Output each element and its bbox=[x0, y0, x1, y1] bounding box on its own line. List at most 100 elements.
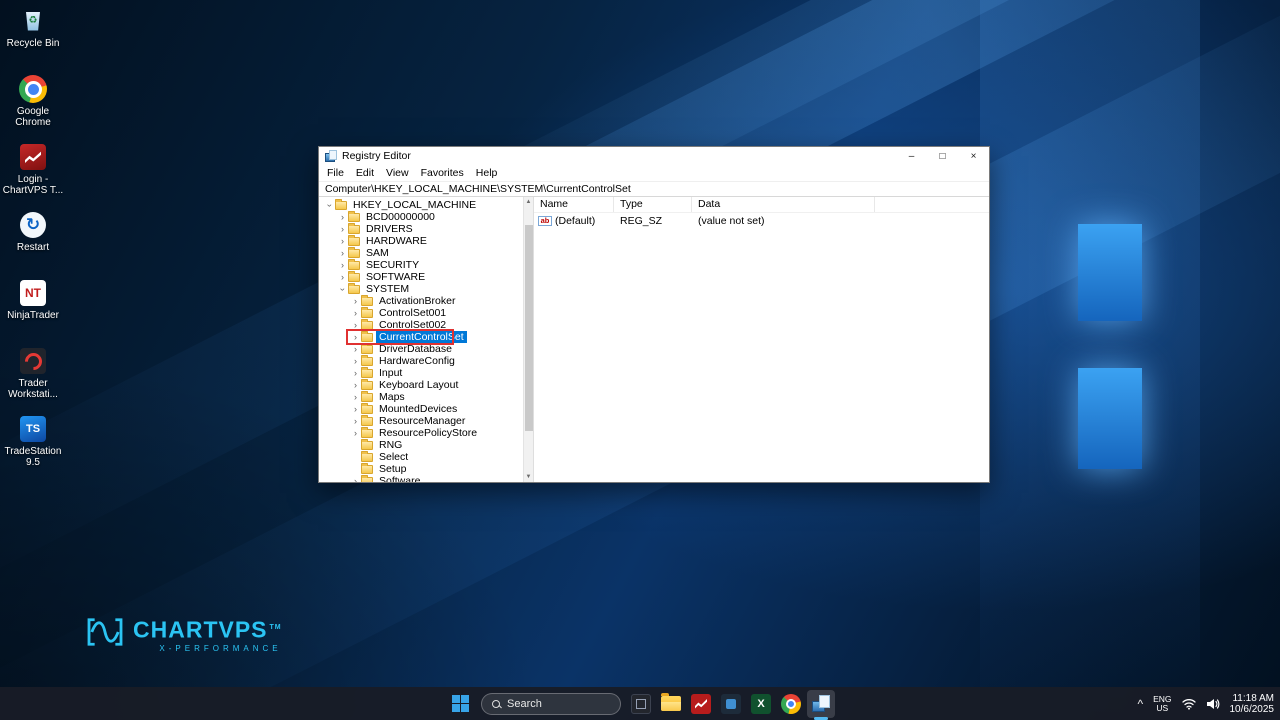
tree-item-label: DriverDatabase bbox=[379, 343, 452, 355]
tree-item-controlset001[interactable]: › ControlSet001 bbox=[319, 306, 523, 319]
folder-icon bbox=[361, 306, 373, 318]
tree-item-select[interactable]: Select bbox=[319, 450, 523, 463]
folder-icon bbox=[348, 282, 360, 294]
scrollbar-thumb[interactable] bbox=[525, 225, 533, 431]
taskbar-app-file-explorer[interactable] bbox=[657, 690, 685, 718]
tree-scrollbar[interactable]: ▲ ▼ bbox=[523, 197, 533, 482]
tree-item-activationbroker[interactable]: › ActivationBroker bbox=[319, 294, 523, 307]
desktop-icon-login-chartvps[interactable]: Login - ChartVPS T... bbox=[2, 142, 64, 205]
column-header-name[interactable]: Name bbox=[534, 197, 614, 212]
tree-item-driverdatabase[interactable]: › DriverDatabase bbox=[319, 342, 523, 355]
list-header: Name Type Data bbox=[534, 197, 989, 213]
chevron-right-icon[interactable]: › bbox=[351, 476, 360, 482]
tree-item-security[interactable]: › SECURITY bbox=[319, 258, 523, 271]
chevron-right-icon[interactable]: › bbox=[338, 224, 347, 234]
chevron-right-icon[interactable]: › bbox=[351, 416, 360, 426]
chevron-right-icon[interactable]: › bbox=[351, 332, 360, 342]
tray-overflow-chevron-icon[interactable]: ^ bbox=[1137, 698, 1143, 710]
title-bar[interactable]: Registry Editor – □ × bbox=[319, 147, 989, 165]
tree-item-system[interactable]: › SYSTEM bbox=[319, 282, 523, 295]
chevron-right-icon[interactable]: › bbox=[351, 344, 360, 354]
folder-icon bbox=[348, 210, 360, 222]
scroll-down-arrow[interactable]: ▼ bbox=[524, 474, 533, 480]
chevron-right-icon[interactable]: › bbox=[351, 404, 360, 414]
taskbar-app-app-excel[interactable] bbox=[747, 690, 775, 718]
start-button[interactable] bbox=[445, 690, 475, 717]
taskbar-app-app-red[interactable] bbox=[687, 690, 715, 718]
maximize-button[interactable]: □ bbox=[927, 147, 958, 165]
chevron-right-icon[interactable]: › bbox=[351, 380, 360, 390]
tree-item-software[interactable]: › Software bbox=[319, 474, 523, 482]
chevron-right-icon[interactable]: › bbox=[351, 296, 360, 306]
search-box[interactable]: Search bbox=[481, 692, 621, 715]
tree-item-resourcemanager[interactable]: › ResourceManager bbox=[319, 414, 523, 427]
chevron-right-icon[interactable]: › bbox=[351, 308, 360, 318]
desktop-icon-google-chrome[interactable]: Google Chrome bbox=[2, 74, 64, 137]
chevron-right-icon[interactable]: › bbox=[338, 236, 347, 246]
tree-item-input[interactable]: › Input bbox=[319, 366, 523, 379]
language-indicator[interactable]: ENG US bbox=[1153, 694, 1171, 713]
column-header-data[interactable]: Data bbox=[692, 197, 875, 212]
menu-view[interactable]: View bbox=[380, 167, 415, 179]
desktop-icon-tradestation[interactable]: TradeStation 9.5 bbox=[2, 414, 64, 477]
chevron-down-icon[interactable]: › bbox=[338, 285, 348, 294]
chevron-right-icon[interactable]: › bbox=[351, 368, 360, 378]
taskbar-app-app-window[interactable] bbox=[627, 690, 655, 718]
chevron-right-icon[interactable]: › bbox=[338, 260, 347, 270]
tree-item-setup[interactable]: Setup bbox=[319, 462, 523, 475]
chevron-right-icon[interactable]: › bbox=[338, 248, 347, 258]
tree-item-hardware[interactable]: › HARDWARE bbox=[319, 234, 523, 247]
tree-item-drivers[interactable]: › DRIVERS bbox=[319, 222, 523, 235]
chevron-right-icon[interactable]: › bbox=[338, 212, 347, 222]
taskbar-app-app-dark[interactable] bbox=[717, 690, 745, 718]
tree-item-label: Maps bbox=[379, 391, 405, 403]
tree-item-label: Setup bbox=[379, 463, 407, 475]
tree-item-currentcontrolset[interactable]: › CurrentControlSet bbox=[319, 330, 523, 343]
chevron-right-icon[interactable]: › bbox=[351, 320, 360, 330]
tree-item-hkey-local-machine[interactable]: › HKEY_LOCAL_MACHINE bbox=[319, 198, 523, 211]
tree-item-label: Select bbox=[379, 451, 409, 463]
chevron-right-icon[interactable]: › bbox=[351, 392, 360, 402]
desktop-icon-trader-workstation[interactable]: Trader Workstati... bbox=[2, 346, 64, 409]
tree-item-label: ControlSet002 bbox=[379, 319, 447, 331]
taskbar-app-chrome[interactable] bbox=[777, 690, 805, 718]
window-title: Registry Editor bbox=[342, 150, 411, 162]
minimize-button[interactable]: – bbox=[896, 147, 927, 165]
desktop-icon-recycle-bin[interactable]: Recycle Bin bbox=[2, 6, 64, 69]
desktop-icon-label: Recycle Bin bbox=[6, 38, 60, 49]
tree-item-mounteddevices[interactable]: › MountedDevices bbox=[319, 402, 523, 415]
tree-item-keyboard-layout[interactable]: › Keyboard Layout bbox=[319, 378, 523, 391]
desktop-icon-ninjatrader[interactable]: NinjaTrader bbox=[2, 278, 64, 341]
tree-item-label: ResourceManager bbox=[379, 415, 466, 427]
desktop-icon-label: Restart bbox=[16, 242, 50, 253]
address-bar[interactable]: Computer\HKEY_LOCAL_MACHINE\SYSTEM\Curre… bbox=[319, 181, 989, 197]
tree-item-maps[interactable]: › Maps bbox=[319, 390, 523, 403]
taskbar-app-registry-editor[interactable] bbox=[807, 689, 835, 720]
list-row[interactable]: ab (Default) REG_SZ (value not set) bbox=[534, 213, 989, 228]
clock[interactable]: 11:18 AM 10/6/2025 bbox=[1230, 693, 1275, 715]
tree-item-hardwareconfig[interactable]: › HardwareConfig bbox=[319, 354, 523, 367]
volume-icon[interactable] bbox=[1206, 698, 1220, 710]
menu-file[interactable]: File bbox=[321, 167, 350, 179]
tree-item-resourcepolicystore[interactable]: › ResourcePolicyStore bbox=[319, 426, 523, 439]
menu-favorites[interactable]: Favorites bbox=[415, 167, 470, 179]
chevron-right-icon[interactable]: › bbox=[351, 356, 360, 366]
menu-help[interactable]: Help bbox=[470, 167, 504, 179]
tree-item-label: HKEY_LOCAL_MACHINE bbox=[353, 199, 477, 211]
tree-item-rng[interactable]: RNG bbox=[319, 438, 523, 451]
scroll-up-arrow[interactable]: ▲ bbox=[524, 199, 533, 205]
column-header-type[interactable]: Type bbox=[614, 197, 692, 212]
tree-item-sam[interactable]: › SAM bbox=[319, 246, 523, 259]
tree-item-software[interactable]: › SOFTWARE bbox=[319, 270, 523, 283]
close-button[interactable]: × bbox=[958, 147, 989, 165]
chevron-down-icon[interactable]: › bbox=[325, 201, 335, 210]
chartvps-tm: TM bbox=[269, 624, 282, 631]
tree-item-bcd00000000[interactable]: › BCD00000000 bbox=[319, 210, 523, 223]
network-icon[interactable] bbox=[1181, 698, 1196, 710]
chevron-right-icon[interactable]: › bbox=[338, 272, 347, 282]
chevron-right-icon[interactable]: › bbox=[351, 428, 360, 438]
menu-edit[interactable]: Edit bbox=[350, 167, 380, 179]
desktop-icon-restart[interactable]: Restart bbox=[2, 210, 64, 273]
tree-item-controlset002[interactable]: › ControlSet002 bbox=[319, 318, 523, 331]
tree-item-label: HardwareConfig bbox=[379, 355, 455, 367]
